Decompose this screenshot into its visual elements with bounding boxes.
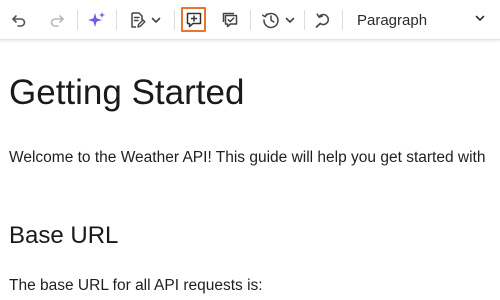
revision-history-dropdown[interactable] xyxy=(258,8,298,32)
resolve-comments-button[interactable] xyxy=(218,8,242,32)
section-heading: Base URL xyxy=(9,222,119,249)
add-comment-icon xyxy=(185,11,203,29)
intro-paragraph: Welcome to the Weather API! This guide w… xyxy=(9,149,486,166)
chevron-down-icon xyxy=(474,11,486,29)
add-comment-button[interactable] xyxy=(181,7,206,32)
redo-button[interactable] xyxy=(46,8,68,32)
section-paragraph: The base URL for all API requests is: xyxy=(9,277,263,294)
toolbar-separator xyxy=(342,10,343,30)
edit-mode-dropdown[interactable] xyxy=(124,8,166,32)
undo-button[interactable] xyxy=(8,8,30,32)
comment-check-icon xyxy=(221,11,239,29)
editor-app: Paragraph Getting Started Welcome to the… xyxy=(0,0,500,300)
redo-icon xyxy=(48,11,66,29)
toolbar-separator xyxy=(250,10,251,30)
chevron-down-icon xyxy=(284,14,296,26)
history-icon xyxy=(261,10,281,30)
block-format-dropdown[interactable]: Paragraph xyxy=(348,8,494,32)
toolbar-separator xyxy=(304,10,305,30)
find-replace-icon xyxy=(314,11,332,29)
block-format-label: Paragraph xyxy=(357,11,428,29)
ai-sparkle-icon xyxy=(87,10,107,30)
toolbar-separator xyxy=(77,10,78,30)
chevron-down-icon xyxy=(150,14,162,26)
ai-assistant-button[interactable] xyxy=(85,8,109,32)
find-replace-button[interactable] xyxy=(311,8,335,32)
editor-toolbar: Paragraph xyxy=(0,0,500,40)
undo-icon xyxy=(10,11,28,29)
document-title: Getting Started xyxy=(9,73,245,112)
toolbar-separator xyxy=(116,10,117,30)
toolbar-separator xyxy=(174,10,175,30)
edit-document-icon xyxy=(128,11,146,29)
document-editor[interactable]: Getting Started Welcome to the Weather A… xyxy=(0,41,500,300)
